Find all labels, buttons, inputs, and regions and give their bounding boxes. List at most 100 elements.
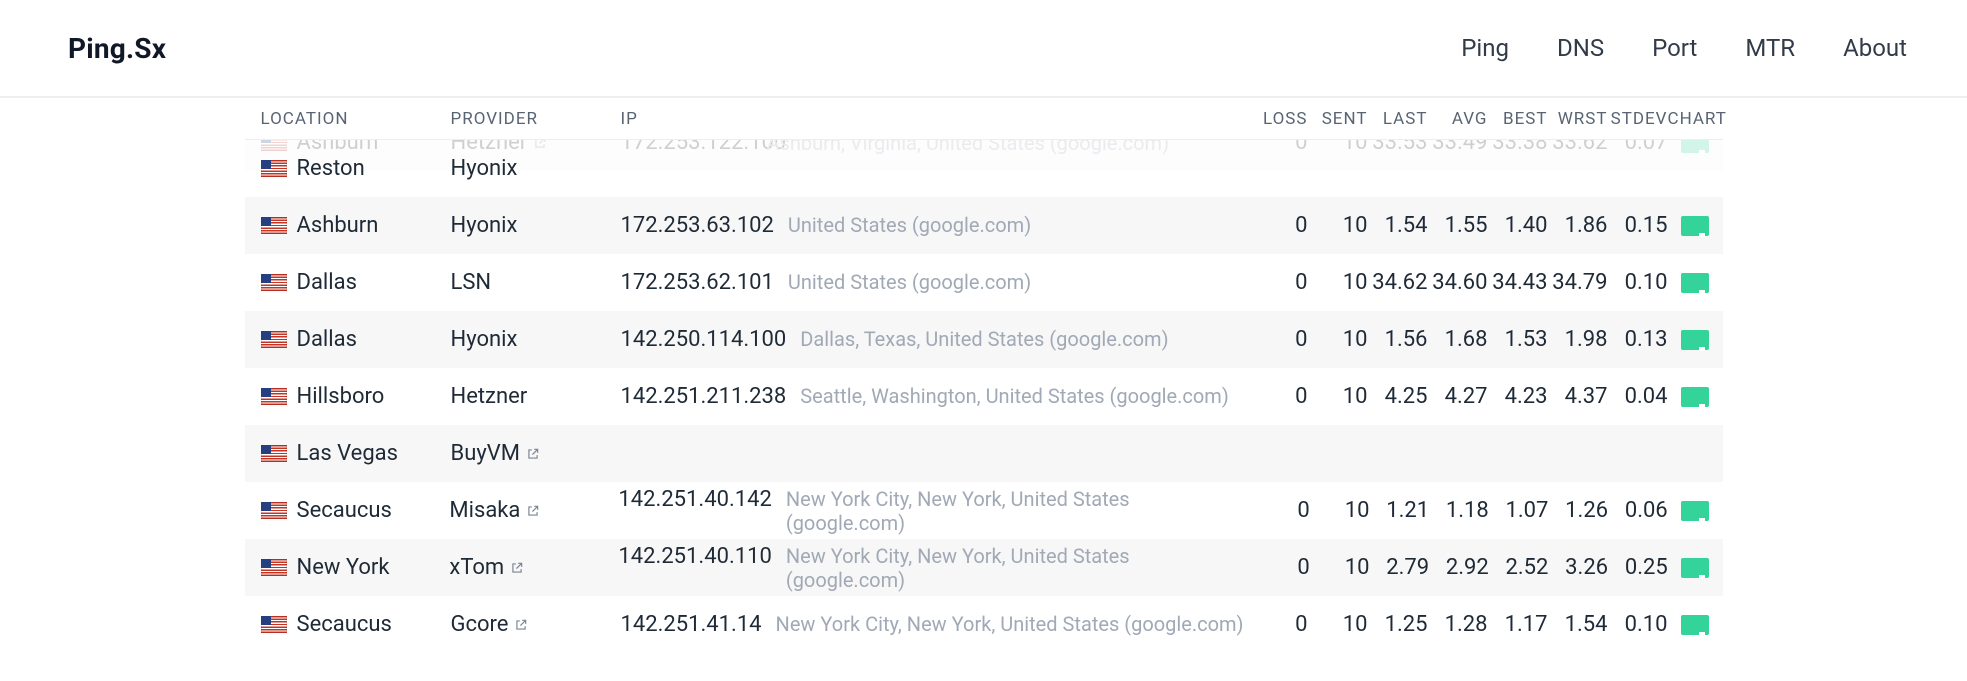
nav-ping[interactable]: Ping: [1461, 34, 1509, 62]
provider-cell[interactable]: BuyVM: [451, 441, 520, 466]
avg-cell: 1.18: [1429, 498, 1489, 523]
nav-about[interactable]: About: [1843, 34, 1907, 62]
flag-us-icon: [261, 331, 287, 348]
loss-cell: 0: [1248, 270, 1308, 295]
stdev-cell: 0.15: [1608, 213, 1668, 238]
ip-cell: 142.251.40.142: [618, 487, 771, 512]
provider-cell[interactable]: xTom: [449, 555, 504, 580]
col-stdev[interactable]: STDEV: [1608, 109, 1668, 129]
col-sent[interactable]: SENT: [1308, 109, 1368, 129]
col-loss[interactable]: LOSS: [1248, 109, 1308, 129]
location-cell: Las Vegas: [297, 441, 399, 466]
sparkline-icon: [1681, 216, 1709, 236]
stdev-cell: 0.06: [1608, 498, 1668, 523]
loss-cell: 0: [1248, 327, 1308, 352]
nav-dns[interactable]: DNS: [1557, 34, 1604, 62]
provider-cell: Hyonix: [451, 213, 518, 238]
last-cell: 34.62: [1368, 270, 1428, 295]
ip-desc-cell: New York City, New York, United States (…: [786, 544, 1250, 592]
nav-links: Ping DNS Port MTR About: [1461, 34, 1907, 62]
best-cell: 1.40: [1488, 213, 1548, 238]
last-cell: 1.21: [1369, 498, 1429, 523]
sparkline-icon: [1681, 501, 1709, 521]
provider-cell[interactable]: Gcore: [451, 612, 509, 637]
ip-cell: 172.253.63.102: [621, 213, 774, 238]
provider-cell: Hetzner: [451, 384, 528, 409]
ip-cell: 142.250.114.100: [621, 327, 787, 352]
col-best[interactable]: BEST: [1488, 109, 1548, 129]
external-link-icon[interactable]: [514, 618, 528, 632]
table-row: SecaucusGcore142.251.41.14New York City,…: [245, 596, 1723, 653]
col-last[interactable]: LAST: [1368, 109, 1428, 129]
table-body: RestonHyonix Ashburn Hyonix 172.253.63.102 U…: [245, 140, 1723, 653]
wrst-cell: 4.37: [1548, 384, 1608, 409]
last-cell: 1.54: [1368, 213, 1428, 238]
nav-mtr[interactable]: MTR: [1745, 34, 1795, 62]
provider-cell[interactable]: Misaka: [449, 498, 520, 523]
avg-cell: 34.60: [1428, 270, 1488, 295]
wrst-cell: 1.86: [1548, 213, 1608, 238]
sent-cell: 10: [1308, 327, 1368, 352]
stdev-cell: 0.04: [1608, 384, 1668, 409]
loss-cell: 0: [1250, 498, 1310, 523]
loss-cell: 0: [1248, 213, 1308, 238]
avg-cell: 2.92: [1429, 555, 1489, 580]
ip-desc-cell: United States (google.com): [788, 213, 1031, 237]
ip-desc-cell: United States (google.com): [788, 270, 1031, 294]
avg-cell: 1.28: [1428, 612, 1488, 637]
col-ip[interactable]: IP: [621, 109, 1248, 129]
best-cell: 1.53: [1488, 327, 1548, 352]
location-cell: Secaucus: [297, 612, 392, 637]
table-row: SecaucusMisaka142.251.40.142New York Cit…: [245, 482, 1723, 539]
sparkline-icon: [1681, 273, 1709, 293]
location-cell: Dallas: [297, 270, 357, 295]
best-cell: 2.52: [1489, 555, 1549, 580]
stdev-cell: 0.10: [1608, 270, 1668, 295]
ip-desc-cell: New York City, New York, United States (…: [786, 487, 1250, 535]
sent-cell: 10: [1310, 498, 1370, 523]
ip-desc-cell: Dallas, Texas, United States (google.com…: [800, 327, 1168, 351]
sent-cell: 10: [1308, 270, 1368, 295]
flag-us-icon: [261, 502, 287, 519]
sent-cell: 10: [1308, 213, 1368, 238]
top-navbar: Ping.Sx Ping DNS Port MTR About: [0, 0, 1967, 98]
sent-cell: 10: [1308, 612, 1368, 637]
col-location[interactable]: LOCATION: [245, 109, 451, 129]
ip-desc-cell: New York City, New York, United States (…: [776, 612, 1244, 636]
stdev-cell: 0.10: [1608, 612, 1668, 637]
col-avg[interactable]: AVG: [1428, 109, 1488, 129]
flag-us-icon: [261, 217, 287, 234]
col-provider[interactable]: PROVIDER: [451, 109, 621, 129]
location-cell: New York: [297, 555, 390, 580]
location-cell: Hillsboro: [297, 384, 385, 409]
flag-us-icon: [261, 274, 287, 291]
last-cell: 1.56: [1368, 327, 1428, 352]
flag-us-icon: [261, 160, 287, 177]
avg-cell: 1.55: [1428, 213, 1488, 238]
col-chart[interactable]: CHART: [1668, 109, 1723, 129]
external-link-icon[interactable]: [510, 561, 524, 575]
external-link-icon[interactable]: [526, 504, 540, 518]
nav-port[interactable]: Port: [1652, 34, 1697, 62]
best-cell: 1.17: [1488, 612, 1548, 637]
brand-logo[interactable]: Ping.Sx: [68, 32, 166, 65]
sparkline-icon: [1681, 615, 1709, 635]
stdev-cell: 0.25: [1608, 555, 1668, 580]
last-cell: 1.25: [1368, 612, 1428, 637]
table-row: RestonHyonix: [245, 140, 1723, 197]
col-wrst[interactable]: WRST: [1548, 109, 1608, 129]
results-table: LOCATION PROVIDER IP LOSS SENT LAST AVG …: [245, 98, 1723, 653]
table-row: Ashburn Hyonix 172.253.63.102 United States…: [245, 197, 1723, 254]
location-cell: Reston: [297, 156, 365, 181]
sparkline-icon: [1681, 558, 1709, 578]
location-cell: Dallas: [297, 327, 357, 352]
avg-cell: 1.68: [1428, 327, 1488, 352]
ip-cell: 142.251.40.110: [618, 544, 771, 569]
sparkline-icon: [1681, 330, 1709, 350]
wrst-cell: 1.54: [1548, 612, 1608, 637]
external-link-icon[interactable]: [526, 447, 540, 461]
location-cell: Ashburn: [297, 213, 379, 238]
flag-us-icon: [261, 388, 287, 405]
avg-cell: 4.27: [1428, 384, 1488, 409]
loss-cell: 0: [1250, 555, 1310, 580]
